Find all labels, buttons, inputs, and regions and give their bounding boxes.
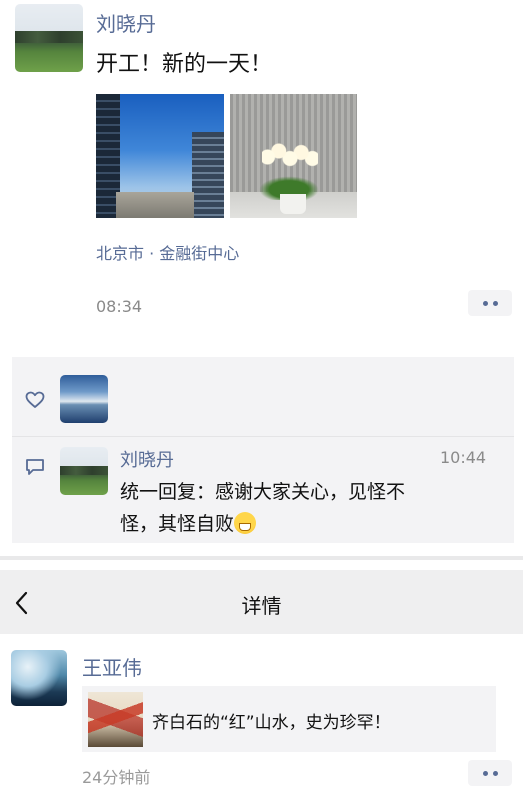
shared-link-thumbnail — [88, 692, 143, 747]
post-author-name[interactable]: 刘晓丹 — [96, 8, 156, 37]
shared-link-title: 齐白石的“红”山水，史为珍罕！ — [152, 713, 391, 733]
grin-emoji-icon — [234, 512, 257, 534]
interactions-divider — [12, 436, 514, 437]
comment-time: 10:44 — [440, 448, 487, 467]
post-location[interactable]: 北京市 · 金融街中心 — [96, 240, 239, 264]
post-photo-2[interactable] — [230, 94, 357, 218]
section-separator — [0, 556, 523, 560]
post2-author-name[interactable]: 王亚伟 — [82, 652, 142, 681]
more-dots-icon — [482, 300, 488, 306]
heart-outline-icon — [25, 391, 45, 408]
comment-text-line-1: 统一回复：感谢大家关心，见怪不 — [120, 481, 406, 503]
author-avatar-2[interactable] — [11, 650, 67, 706]
post2-time-ago: 24分钟前 — [82, 768, 151, 787]
author-avatar[interactable] — [15, 4, 83, 72]
post-photo-1[interactable] — [96, 94, 224, 218]
post-text: 开工！新的一天！ — [96, 52, 273, 77]
commenter-avatar[interactable] — [60, 447, 108, 495]
more-dots-icon — [482, 770, 488, 776]
comment-text-line-2: 怪，其怪自败 — [120, 513, 235, 535]
post-time: 08:34 — [96, 297, 143, 316]
comment-bubble-icon — [26, 459, 44, 475]
comment-author-name[interactable]: 刘晓丹 — [120, 446, 174, 472]
more-button-2[interactable] — [468, 760, 512, 786]
more-button[interactable] — [468, 290, 512, 316]
page-title: 详情 — [241, 594, 282, 618]
comment-text[interactable]: 统一回复：感谢大家关心，见怪不 怪，其怪自败 — [120, 476, 480, 540]
liker-avatar[interactable] — [60, 375, 108, 423]
